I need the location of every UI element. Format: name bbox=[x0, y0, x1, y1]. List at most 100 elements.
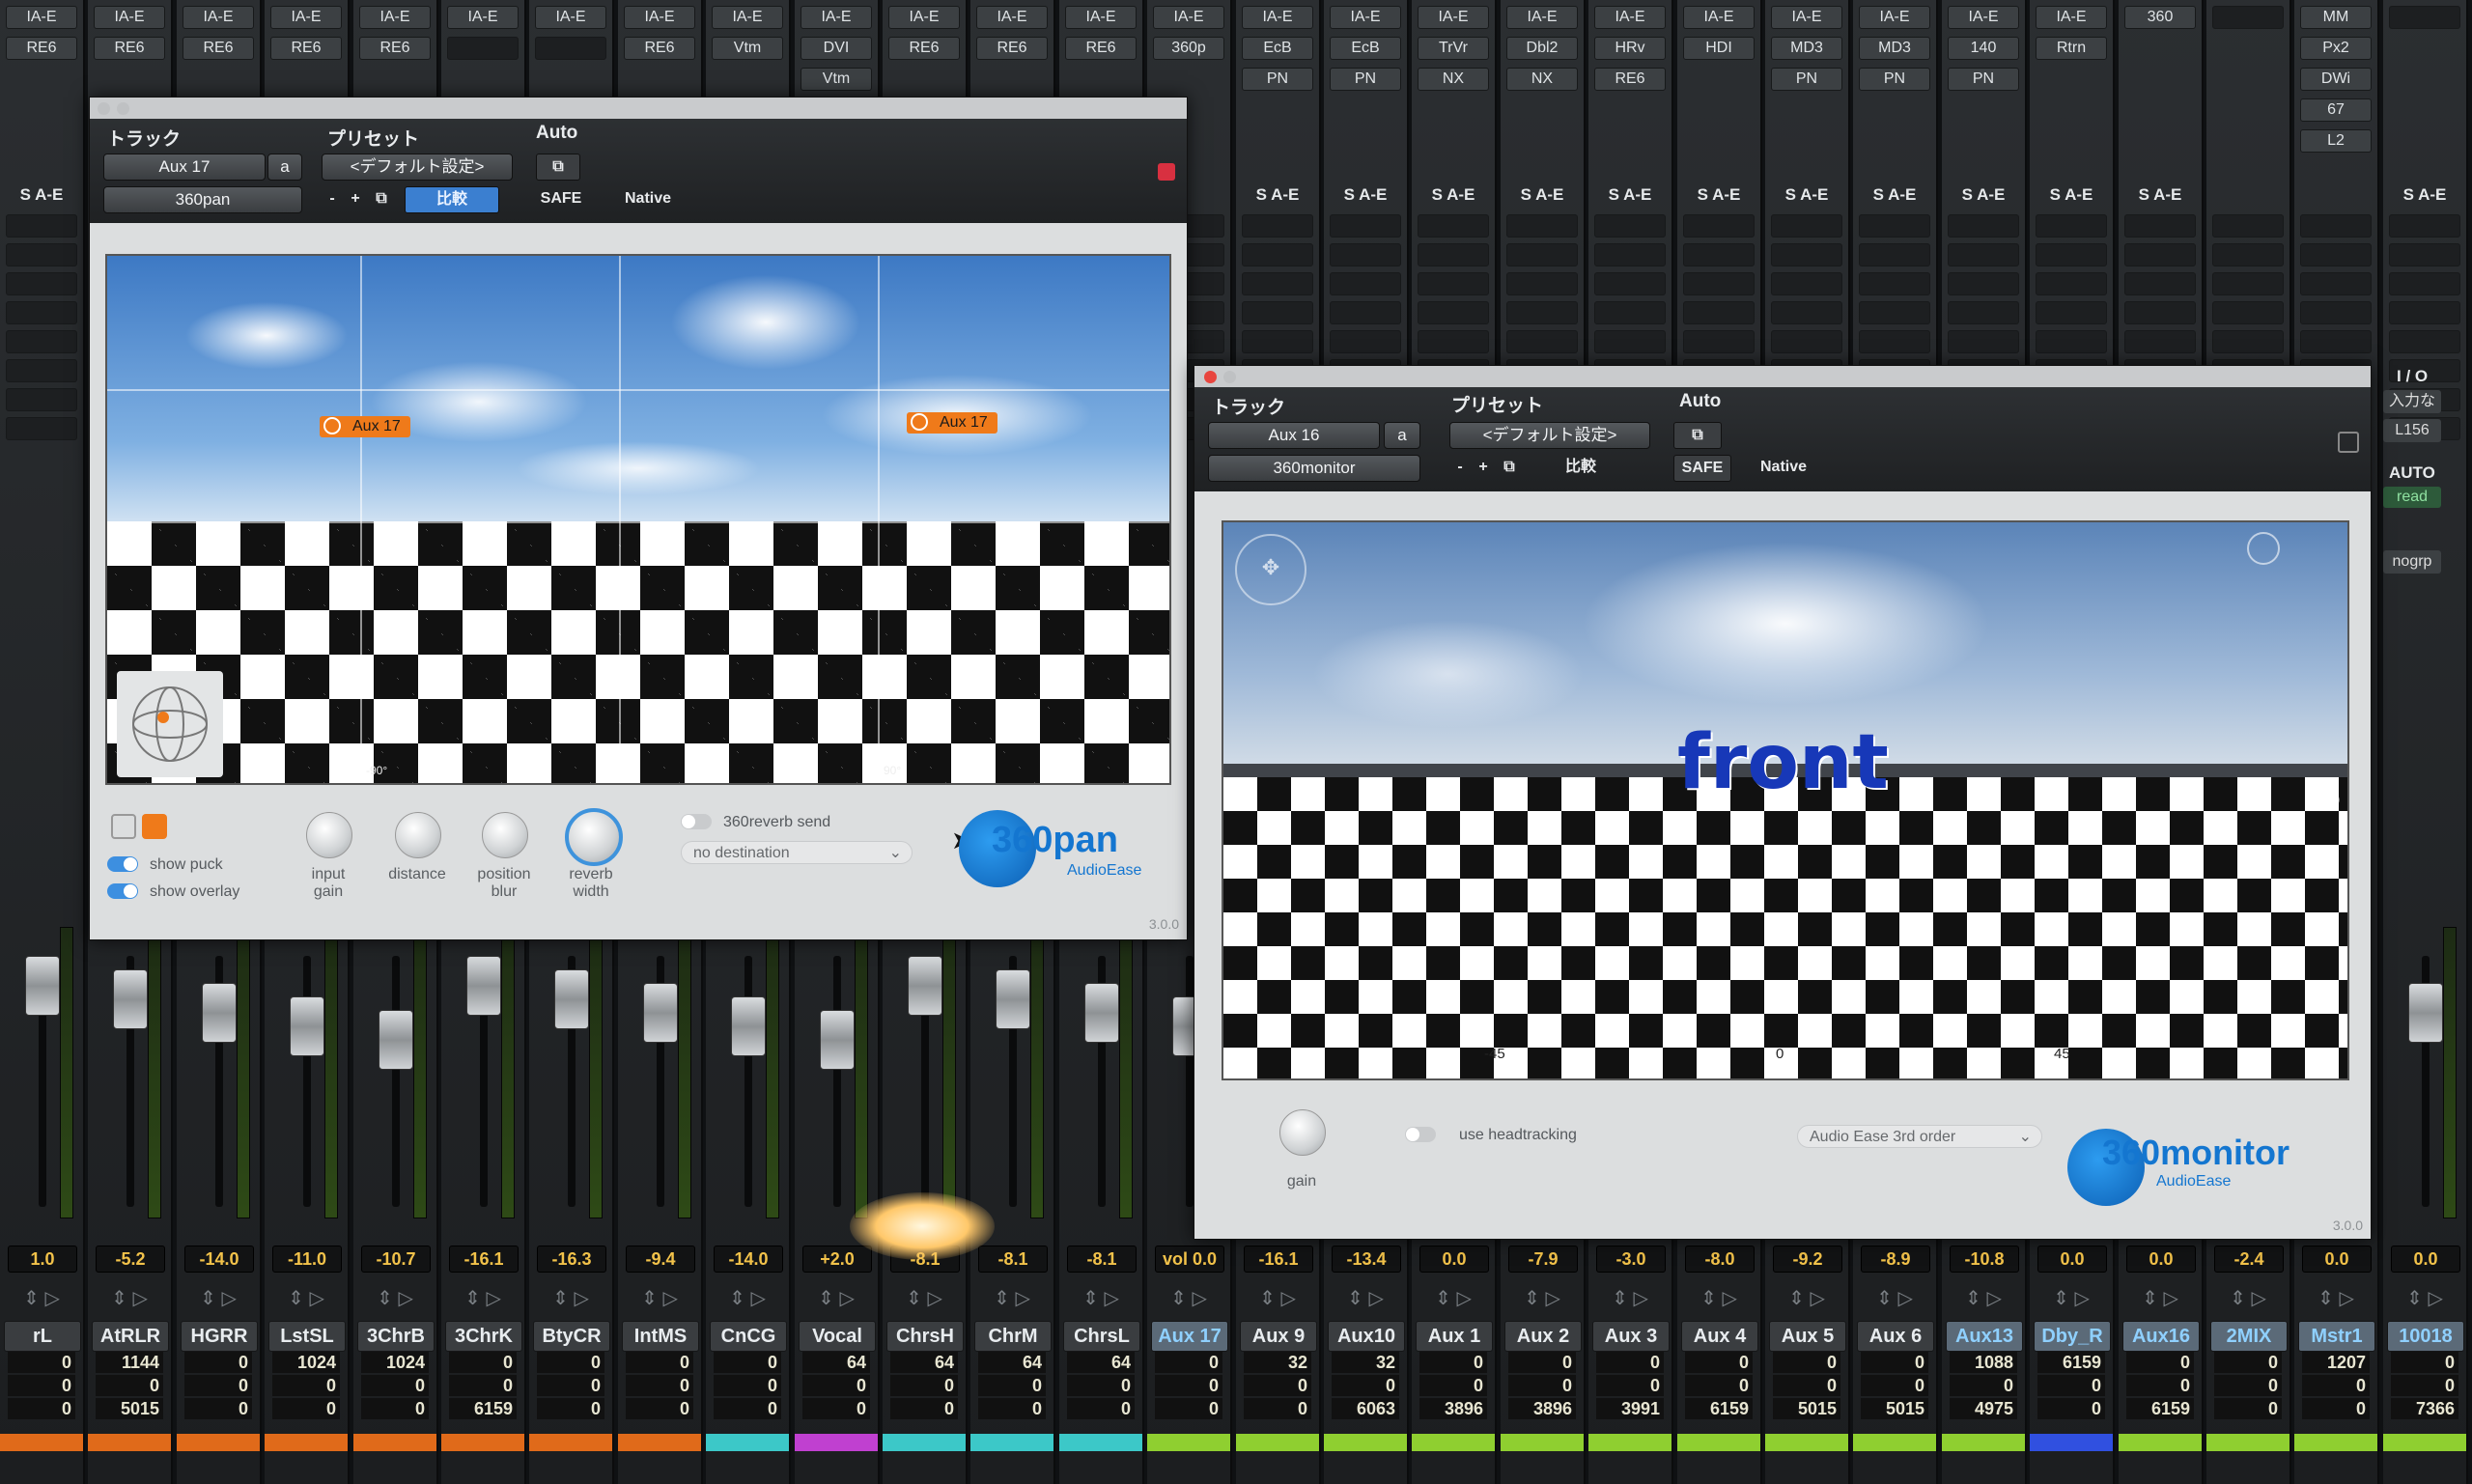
volume-readout[interactable]: -16.1 bbox=[449, 1246, 519, 1273]
track-name[interactable]: Aux 2 bbox=[1504, 1321, 1582, 1352]
pan-puck-right[interactable]: Aux 17 bbox=[907, 412, 997, 434]
native-button[interactable]: Native bbox=[1745, 455, 1822, 480]
insert-slot[interactable]: PN bbox=[1859, 68, 1930, 91]
sphere-view-icon[interactable] bbox=[117, 671, 223, 777]
insert-slot[interactable]: IA-E bbox=[6, 6, 77, 29]
pan-arrows-icon[interactable]: ⇕ ▷ bbox=[1596, 1284, 1664, 1313]
send-slot[interactable] bbox=[6, 301, 77, 324]
preset-minus-button[interactable]: - bbox=[322, 186, 343, 211]
insert-slot[interactable]: MD3 bbox=[1859, 37, 1930, 60]
preset-selector[interactable]: <デフォルト設定> bbox=[322, 154, 513, 181]
compare-button[interactable]: 比較 bbox=[405, 186, 499, 213]
insert-slot[interactable]: RE6 bbox=[270, 37, 342, 60]
insert-slot[interactable]: HDI bbox=[1683, 37, 1755, 60]
insert-slot[interactable]: IA-E bbox=[1330, 6, 1401, 29]
show-puck-toggle[interactable] bbox=[107, 856, 138, 872]
insert-slot[interactable]: IA-E bbox=[2036, 6, 2107, 29]
send-slot[interactable] bbox=[2124, 330, 2196, 353]
send-slot[interactable] bbox=[1683, 330, 1755, 353]
insert-slot[interactable]: L2 bbox=[2300, 129, 2372, 153]
volume-fader[interactable] bbox=[643, 983, 678, 1043]
window-option-icon[interactable] bbox=[2338, 432, 2359, 453]
volume-readout[interactable]: -16.1 bbox=[1244, 1246, 1313, 1273]
volume-readout[interactable]: -7.9 bbox=[1508, 1246, 1578, 1273]
destination-dropdown[interactable]: no destination ⌄ bbox=[681, 841, 913, 864]
volume-fader[interactable] bbox=[290, 996, 324, 1056]
send-slot[interactable] bbox=[1948, 330, 2019, 353]
reset-view-icon[interactable] bbox=[2247, 532, 2280, 565]
close-dot[interactable] bbox=[1204, 371, 1217, 383]
insert-slot[interactable]: RE6 bbox=[359, 37, 431, 60]
send-slot[interactable] bbox=[6, 388, 77, 411]
pan-panorama-view[interactable]: Aux 17 Aux 17 -90° 90° bbox=[105, 254, 1171, 785]
volume-readout[interactable]: 0.0 bbox=[2302, 1246, 2372, 1273]
send-slot[interactable] bbox=[2036, 243, 2107, 266]
send-slot[interactable] bbox=[1859, 301, 1930, 324]
distance-knob[interactable] bbox=[395, 812, 441, 858]
send-slot[interactable] bbox=[1594, 272, 1666, 295]
insert-slot[interactable]: EcB bbox=[1330, 37, 1401, 60]
send-slot[interactable] bbox=[1771, 330, 1842, 353]
insert-slot[interactable]: PN bbox=[1330, 68, 1401, 91]
insert-slot[interactable]: IA-E bbox=[359, 6, 431, 29]
volume-readout[interactable]: -14.0 bbox=[184, 1246, 254, 1273]
send-slot[interactable] bbox=[1506, 243, 1578, 266]
send-slot[interactable] bbox=[2212, 243, 2284, 266]
send-slot[interactable] bbox=[1506, 301, 1578, 324]
send-slot[interactable] bbox=[1330, 330, 1401, 353]
send-slot[interactable] bbox=[1418, 214, 1489, 238]
pan-arrows-icon[interactable]: ⇕ ▷ bbox=[1419, 1284, 1487, 1313]
send-slot[interactable] bbox=[2036, 214, 2107, 238]
send-slot[interactable] bbox=[6, 214, 77, 238]
pan-arrows-icon[interactable]: ⇕ ▷ bbox=[272, 1284, 340, 1313]
volume-readout[interactable]: vol 0.0 bbox=[1155, 1246, 1224, 1273]
insert-slot[interactable]: PN bbox=[1242, 68, 1313, 91]
insert-slot[interactable]: IA-E bbox=[1418, 6, 1489, 29]
pan-arrows-icon[interactable]: ⇕ ▷ bbox=[1508, 1284, 1576, 1313]
volume-fader[interactable] bbox=[996, 969, 1030, 1029]
input-gain-knob[interactable] bbox=[306, 812, 352, 858]
track-channel-selector[interactable]: a bbox=[1384, 422, 1420, 449]
track-name[interactable]: Aux 3 bbox=[1592, 1321, 1670, 1352]
volume-readout[interactable]: -9.2 bbox=[1773, 1246, 1842, 1273]
insert-slot[interactable] bbox=[535, 37, 606, 60]
window-titlebar[interactable] bbox=[90, 98, 1187, 119]
send-slot[interactable] bbox=[1242, 330, 1313, 353]
pan-arrows-icon[interactable]: ⇕ ▷ bbox=[1950, 1284, 2017, 1313]
volume-readout[interactable]: -2.4 bbox=[2214, 1246, 2284, 1273]
track-name[interactable]: IntMS bbox=[622, 1321, 699, 1352]
volume-readout[interactable]: -16.3 bbox=[537, 1246, 606, 1273]
track-name[interactable]: BtyCR bbox=[533, 1321, 610, 1352]
track-name[interactable]: ChrM bbox=[974, 1321, 1052, 1352]
insert-slot[interactable]: IA-E bbox=[976, 6, 1048, 29]
volume-readout[interactable]: -9.4 bbox=[626, 1246, 695, 1273]
show-overlay-toggle[interactable] bbox=[107, 883, 138, 899]
track-name[interactable]: Aux13 bbox=[1946, 1321, 2023, 1352]
send-slot[interactable] bbox=[1859, 214, 1930, 238]
insert-slot[interactable]: IA-E bbox=[1153, 6, 1224, 29]
io-output-select[interactable]: L156 bbox=[2383, 419, 2441, 442]
track-name[interactable]: Aux 6 bbox=[1857, 1321, 1934, 1352]
track-name[interactable]: Aux 5 bbox=[1769, 1321, 1846, 1352]
send-slot[interactable] bbox=[1418, 272, 1489, 295]
volume-readout[interactable]: -8.0 bbox=[1685, 1246, 1755, 1273]
volume-fader[interactable] bbox=[1084, 983, 1119, 1043]
insert-slot[interactable]: Vtm bbox=[712, 37, 783, 60]
insert-slot[interactable]: IA-E bbox=[535, 6, 606, 29]
insert-slot[interactable]: 140 bbox=[1948, 37, 2019, 60]
send-slot[interactable] bbox=[1594, 330, 1666, 353]
send-slot[interactable] bbox=[1418, 330, 1489, 353]
pan-arrows-icon[interactable]: ⇕ ▷ bbox=[1861, 1284, 1928, 1313]
send-slot[interactable] bbox=[1683, 272, 1755, 295]
pan-arrows-icon[interactable]: ⇕ ▷ bbox=[890, 1284, 958, 1313]
send-slot[interactable] bbox=[1242, 301, 1313, 324]
group-select[interactable]: nogrp bbox=[2383, 550, 2441, 574]
send-slot[interactable] bbox=[1948, 214, 2019, 238]
send-slot[interactable] bbox=[1594, 214, 1666, 238]
send-slot[interactable] bbox=[1330, 214, 1401, 238]
send-slot[interactable] bbox=[2300, 214, 2372, 238]
send-slot[interactable] bbox=[2036, 330, 2107, 353]
insert-slot[interactable]: 360p bbox=[1153, 37, 1224, 60]
pan-arrows-icon[interactable]: ⇕ ▷ bbox=[802, 1284, 870, 1313]
volume-fader[interactable] bbox=[113, 969, 148, 1029]
